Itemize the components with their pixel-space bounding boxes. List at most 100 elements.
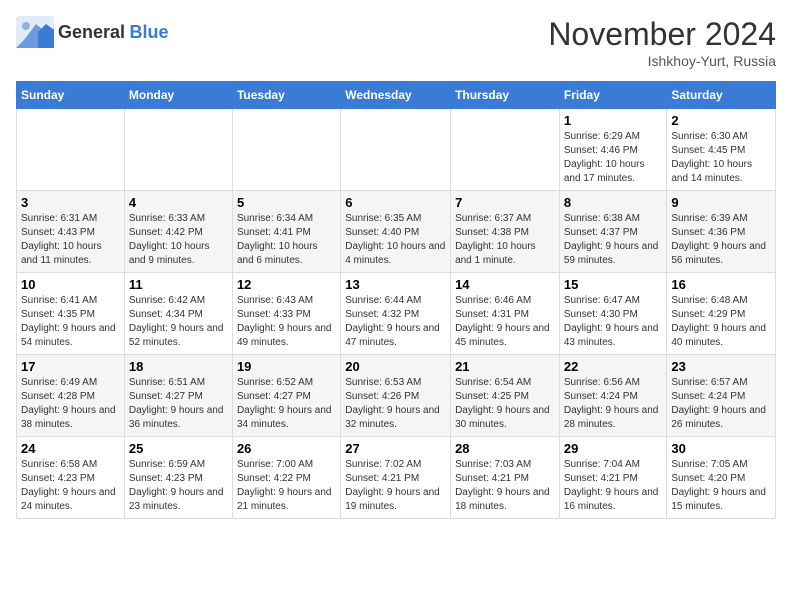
day-number: 6	[345, 195, 446, 210]
day-info: Sunrise: 7:03 AM Sunset: 4:21 PM Dayligh…	[455, 458, 555, 514]
day-info: Sunrise: 7:00 AM Sunset: 4:22 PM Dayligh…	[237, 458, 336, 514]
day-number: 1	[564, 113, 663, 128]
calendar-day-cell: 7 Sunrise: 6:37 AM Sunset: 4:38 PM Daylig…	[451, 191, 560, 273]
day-info: Sunrise: 6:39 AM Sunset: 4:36 PM Dayligh…	[671, 212, 771, 268]
calendar-header: SundayMondayTuesdayWednesdayThursdayFrid…	[17, 82, 776, 109]
day-info: Sunrise: 6:57 AM Sunset: 4:24 PM Dayligh…	[671, 376, 771, 432]
calendar-day-cell: 25Sunrise: 6:59 AM Sunset: 4:23 PM Dayli…	[124, 437, 232, 519]
day-info: Sunrise: 6:42 AM Sunset: 4:34 PM Dayligh…	[129, 294, 228, 350]
calendar-day-cell: 12 Sunrise: 6:43 AM Sunset: 4:33 PM Dayli…	[232, 273, 340, 355]
calendar-day-cell: 26 Sunrise: 7:00 AM Sunset: 4:22 PM Dayli…	[232, 437, 340, 519]
day-number: 7	[455, 195, 555, 210]
page-header: General Blue November 2024 Ishkhoy-Yurt,…	[16, 16, 776, 69]
calendar-day-cell: 4Sunrise: 6:33 AM Sunset: 4:42 PM Daylig…	[124, 191, 232, 273]
day-number: 16	[671, 277, 771, 292]
day-number: 22	[564, 359, 663, 374]
calendar-day-cell: 9 Sunrise: 6:39 AM Sunset: 4:36 PM Daylig…	[667, 191, 776, 273]
logo: General Blue	[16, 16, 169, 48]
day-info: Sunrise: 6:38 AM Sunset: 4:37 PM Dayligh…	[564, 212, 663, 268]
calendar-day-cell	[232, 109, 340, 191]
calendar-week-row: 24Sunrise: 6:58 AM Sunset: 4:23 PM Dayli…	[17, 437, 776, 519]
day-info: Sunrise: 6:46 AM Sunset: 4:31 PM Dayligh…	[455, 294, 555, 350]
header-row: SundayMondayTuesdayWednesdayThursdayFrid…	[17, 82, 776, 109]
day-number: 10	[21, 277, 120, 292]
calendar-week-row: 3 Sunrise: 6:31 AM Sunset: 4:43 PM Daylig…	[17, 191, 776, 273]
day-number: 5	[237, 195, 336, 210]
day-number: 2	[671, 113, 771, 128]
calendar-day-cell: 20 Sunrise: 6:53 AM Sunset: 4:26 PM Dayli…	[341, 355, 451, 437]
day-number: 25	[129, 441, 228, 456]
calendar-body: 1Sunrise: 6:29 AM Sunset: 4:46 PM Daylig…	[17, 109, 776, 519]
day-info: Sunrise: 6:34 AM Sunset: 4:41 PM Dayligh…	[237, 212, 336, 268]
calendar-table: SundayMondayTuesdayWednesdayThursdayFrid…	[16, 81, 776, 519]
day-info: Sunrise: 6:48 AM Sunset: 4:29 PM Dayligh…	[671, 294, 771, 350]
calendar-day-cell: 6Sunrise: 6:35 AM Sunset: 4:40 PM Daylig…	[341, 191, 451, 273]
day-info: Sunrise: 6:53 AM Sunset: 4:26 PM Dayligh…	[345, 376, 446, 432]
day-number: 12	[237, 277, 336, 292]
calendar-day-cell	[124, 109, 232, 191]
day-info: Sunrise: 7:05 AM Sunset: 4:20 PM Dayligh…	[671, 458, 771, 514]
day-number: 19	[237, 359, 336, 374]
calendar-day-cell: 3 Sunrise: 6:31 AM Sunset: 4:43 PM Daylig…	[17, 191, 125, 273]
calendar-day-cell: 27Sunrise: 7:02 AM Sunset: 4:21 PM Dayli…	[341, 437, 451, 519]
day-number: 30	[671, 441, 771, 456]
calendar-day-cell	[451, 109, 560, 191]
calendar-day-cell: 5 Sunrise: 6:34 AM Sunset: 4:41 PM Daylig…	[232, 191, 340, 273]
calendar-day-cell: 18 Sunrise: 6:51 AM Sunset: 4:27 PM Dayli…	[124, 355, 232, 437]
day-info: Sunrise: 6:51 AM Sunset: 4:27 PM Dayligh…	[129, 376, 228, 432]
calendar-day-cell: 29Sunrise: 7:04 AM Sunset: 4:21 PM Dayli…	[559, 437, 667, 519]
day-number: 9	[671, 195, 771, 210]
calendar-day-cell: 8Sunrise: 6:38 AM Sunset: 4:37 PM Daylig…	[559, 191, 667, 273]
day-info: Sunrise: 6:47 AM Sunset: 4:30 PM Dayligh…	[564, 294, 663, 350]
day-number: 3	[21, 195, 120, 210]
day-info: Sunrise: 6:44 AM Sunset: 4:32 PM Dayligh…	[345, 294, 446, 350]
calendar-day-cell: 23 Sunrise: 6:57 AM Sunset: 4:24 PM Dayli…	[667, 355, 776, 437]
day-of-week-header: Wednesday	[341, 82, 451, 109]
day-number: 20	[345, 359, 446, 374]
day-of-week-header: Tuesday	[232, 82, 340, 109]
day-number: 15	[564, 277, 663, 292]
day-of-week-header: Sunday	[17, 82, 125, 109]
logo-blue-text: Blue	[130, 22, 169, 42]
calendar-day-cell: 1Sunrise: 6:29 AM Sunset: 4:46 PM Daylig…	[559, 109, 667, 191]
day-of-week-header: Monday	[124, 82, 232, 109]
day-info: Sunrise: 6:49 AM Sunset: 4:28 PM Dayligh…	[21, 376, 120, 432]
calendar-day-cell: 13 Sunrise: 6:44 AM Sunset: 4:32 PM Dayli…	[341, 273, 451, 355]
calendar-day-cell: 2Sunrise: 6:30 AM Sunset: 4:45 PM Daylig…	[667, 109, 776, 191]
day-number: 18	[129, 359, 228, 374]
day-info: Sunrise: 6:52 AM Sunset: 4:27 PM Dayligh…	[237, 376, 336, 432]
calendar-day-cell: 10 Sunrise: 6:41 AM Sunset: 4:35 PM Dayli…	[17, 273, 125, 355]
calendar-day-cell: 21Sunrise: 6:54 AM Sunset: 4:25 PM Dayli…	[451, 355, 560, 437]
day-number: 11	[129, 277, 228, 292]
day-number: 29	[564, 441, 663, 456]
day-of-week-header: Saturday	[667, 82, 776, 109]
calendar-day-cell: 24Sunrise: 6:58 AM Sunset: 4:23 PM Dayli…	[17, 437, 125, 519]
day-info: Sunrise: 6:56 AM Sunset: 4:24 PM Dayligh…	[564, 376, 663, 432]
month-title: November 2024	[548, 16, 776, 53]
calendar-week-row: 1Sunrise: 6:29 AM Sunset: 4:46 PM Daylig…	[17, 109, 776, 191]
day-of-week-header: Thursday	[451, 82, 560, 109]
calendar-day-cell: 14Sunrise: 6:46 AM Sunset: 4:31 PM Dayli…	[451, 273, 560, 355]
day-info: Sunrise: 6:41 AM Sunset: 4:35 PM Dayligh…	[21, 294, 120, 350]
day-info: Sunrise: 6:37 AM Sunset: 4:38 PM Dayligh…	[455, 212, 555, 268]
day-info: Sunrise: 6:43 AM Sunset: 4:33 PM Dayligh…	[237, 294, 336, 350]
day-of-week-header: Friday	[559, 82, 667, 109]
calendar-day-cell: 19 Sunrise: 6:52 AM Sunset: 4:27 PM Dayli…	[232, 355, 340, 437]
calendar-day-cell: 15 Sunrise: 6:47 AM Sunset: 4:30 PM Dayli…	[559, 273, 667, 355]
day-number: 26	[237, 441, 336, 456]
day-number: 13	[345, 277, 446, 292]
logo-icon	[16, 16, 54, 48]
calendar-day-cell: 11 Sunrise: 6:42 AM Sunset: 4:34 PM Dayli…	[124, 273, 232, 355]
calendar-day-cell: 16 Sunrise: 6:48 AM Sunset: 4:29 PM Dayli…	[667, 273, 776, 355]
calendar-week-row: 17Sunrise: 6:49 AM Sunset: 4:28 PM Dayli…	[17, 355, 776, 437]
day-number: 23	[671, 359, 771, 374]
day-number: 4	[129, 195, 228, 210]
day-info: Sunrise: 6:31 AM Sunset: 4:43 PM Dayligh…	[21, 212, 120, 268]
calendar-day-cell: 28 Sunrise: 7:03 AM Sunset: 4:21 PM Dayli…	[451, 437, 560, 519]
calendar-day-cell	[341, 109, 451, 191]
calendar-day-cell: 17Sunrise: 6:49 AM Sunset: 4:28 PM Dayli…	[17, 355, 125, 437]
day-number: 28	[455, 441, 555, 456]
calendar-day-cell: 30 Sunrise: 7:05 AM Sunset: 4:20 PM Dayli…	[667, 437, 776, 519]
day-number: 21	[455, 359, 555, 374]
day-number: 27	[345, 441, 446, 456]
